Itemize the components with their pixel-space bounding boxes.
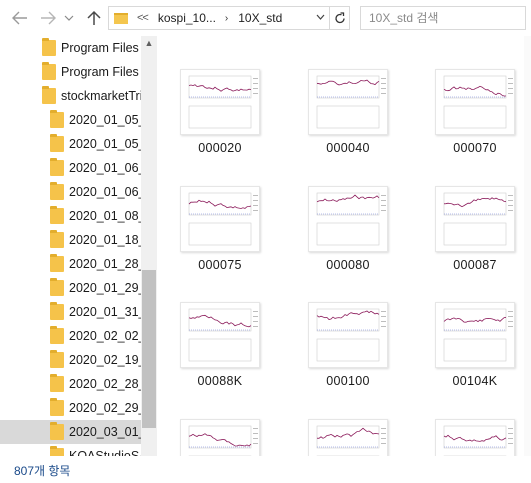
folder-icon	[114, 12, 128, 24]
nav-tree-item-label: 2020_01_31_	[69, 305, 146, 319]
back-button[interactable]	[10, 8, 30, 28]
status-bar: 807개 항목	[0, 456, 531, 483]
nav-tree-item-label: 2020_01_18_	[69, 233, 146, 247]
breadcrumb-overflow[interactable]: <<	[137, 12, 149, 24]
nav-tree-item-label: 2020_01_29_	[69, 281, 146, 295]
image-thumbnail	[308, 69, 388, 135]
image-thumbnail	[435, 302, 515, 368]
nav-tree-item-label: 2020_02_19_	[69, 353, 146, 367]
up-arrow-icon	[87, 10, 101, 25]
file-name: 00104K	[452, 374, 498, 388]
breadcrumb-segment[interactable]: kospi_10...	[158, 11, 216, 25]
nav-tree-item-label: stockmarketTri	[61, 89, 143, 103]
folder-icon	[50, 278, 64, 296]
folder-icon	[50, 230, 64, 248]
nav-tree-item-label: 2020_02_28_	[69, 377, 146, 391]
image-thumbnail	[435, 69, 515, 135]
nav-tree-item-label: 2020_01_05_	[69, 137, 146, 151]
nav-tree-item-label: KOAStudioSA	[69, 449, 148, 456]
nav-tree-item-label: 2020_01_05_	[69, 113, 146, 127]
back-arrow-icon	[12, 11, 27, 25]
image-thumbnail	[308, 186, 388, 252]
file-view-scrollbar[interactable]	[524, 36, 531, 456]
folder-icon	[50, 398, 64, 416]
breadcrumb-separator-icon[interactable]: ›	[225, 13, 228, 24]
folder-icon	[42, 86, 56, 104]
image-thumbnail	[435, 419, 515, 456]
nav-pane-scrollbar[interactable]: ▲	[141, 36, 157, 456]
folder-icon	[50, 374, 64, 392]
image-thumbnail	[308, 419, 388, 456]
nav-tree-item-label: 2020_01_08_	[69, 209, 146, 223]
breadcrumb-segment[interactable]: 10X_std	[238, 11, 282, 25]
nav-tree-item-label: 2020_02_02_	[69, 329, 146, 343]
address-dropdown-icon[interactable]	[316, 11, 325, 23]
folder-icon	[50, 254, 64, 272]
scroll-up-arrow-icon[interactable]: ▲	[141, 38, 157, 48]
address-bar[interactable]: << kospi_10... › 10X_std	[108, 6, 330, 30]
recent-locations-button[interactable]	[62, 8, 76, 28]
nav-tree-item-label: 2020_03_01_	[69, 425, 146, 439]
nav-tree-item-label: 2020_02_29_	[69, 401, 146, 415]
file-name: 000040	[326, 141, 370, 155]
chevron-down-icon	[64, 15, 74, 21]
folder-icon	[50, 326, 64, 344]
folder-icon	[42, 38, 56, 56]
refresh-icon	[334, 11, 345, 23]
search-box[interactable]	[360, 6, 526, 30]
image-thumbnail	[180, 302, 260, 368]
folder-icon	[50, 158, 64, 176]
nav-tree-item-label: Program Files	[61, 65, 139, 79]
scrollbar-thumb[interactable]	[142, 270, 156, 428]
folder-icon	[50, 110, 64, 128]
forward-button[interactable]	[38, 8, 58, 28]
forward-arrow-icon	[41, 11, 56, 25]
file-view: 000020 000040 000070 000075 000080 000087 0008…	[157, 36, 531, 456]
folder-icon	[50, 422, 64, 440]
image-thumbnail	[180, 419, 260, 456]
nav-tree-item[interactable]: stockmarketTri	[42, 84, 157, 108]
nav-tree-item[interactable]: Program Files	[42, 60, 157, 84]
refresh-button[interactable]	[330, 6, 350, 30]
file-name: 000075	[198, 258, 242, 272]
folder-icon	[50, 206, 64, 224]
file-name: 000100	[326, 374, 370, 388]
file-name: 000020	[198, 141, 242, 155]
folder-icon	[50, 446, 64, 456]
file-name: 000087	[453, 258, 497, 272]
nav-tree-item[interactable]: 2020_03_01_	[0, 420, 150, 444]
address-toolbar: << kospi_10... › 10X_std	[0, 0, 531, 36]
file-name: 000080	[326, 258, 370, 272]
nav-tree-item-label: Program Files	[61, 41, 139, 55]
file-name: 00088K	[197, 374, 243, 388]
image-thumbnail	[435, 186, 515, 252]
folder-icon	[50, 134, 64, 152]
up-button[interactable]	[84, 8, 104, 28]
image-thumbnail	[308, 302, 388, 368]
navigation-pane: Program Files Program Files stockmarketTri…	[0, 36, 157, 456]
nav-tree-item-label: 2020_01_06_	[69, 161, 146, 175]
nav-tree-item[interactable]: Program Files	[42, 36, 157, 60]
item-count: 807개 항목	[14, 464, 71, 478]
nav-tree-item-label: 2020_01_28_	[69, 257, 146, 271]
search-input[interactable]	[361, 7, 525, 29]
folder-icon	[50, 182, 64, 200]
file-name: 000070	[453, 141, 497, 155]
image-thumbnail	[180, 186, 260, 252]
folder-icon	[42, 62, 56, 80]
image-thumbnail	[180, 69, 260, 135]
folder-icon	[50, 350, 64, 368]
folder-icon	[50, 302, 64, 320]
nav-tree-item-label: 2020_01_06_	[69, 185, 146, 199]
